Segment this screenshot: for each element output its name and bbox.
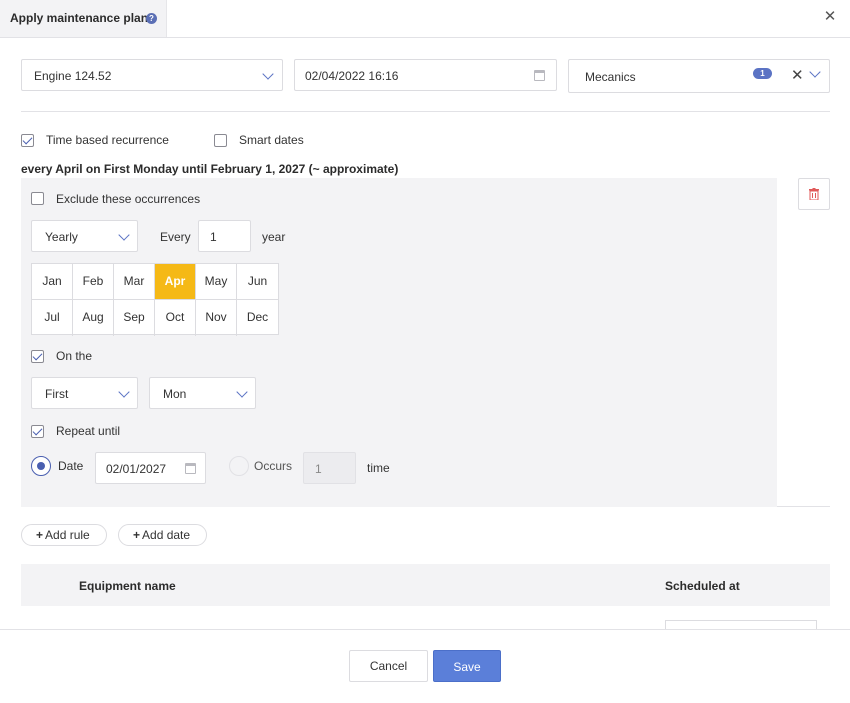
ordinal-select[interactable]: First	[31, 377, 138, 409]
add-rule-button[interactable]: + Add rule	[21, 524, 107, 546]
add-date-label: Add date	[142, 528, 191, 542]
month-mar[interactable]: Mar	[114, 264, 155, 300]
on-the-checkbox[interactable]	[31, 350, 44, 363]
column-scheduled-at: Scheduled at	[665, 579, 740, 593]
occurs-count-value: 1	[315, 462, 322, 476]
exclude-checkbox[interactable]	[31, 192, 44, 205]
month-picker: Jan Feb Mar Apr May Jun Jul Aug Sep Oct …	[31, 263, 279, 336]
equipment-select[interactable]: Engine 124.52	[21, 59, 283, 91]
team-select[interactable]: Mecanics 1 ✕	[568, 59, 830, 93]
repeat-until-label: Repeat until	[56, 424, 121, 438]
schedule-table-header: Equipment name Scheduled at	[21, 564, 830, 606]
occurs-label: Occurs	[254, 459, 293, 473]
delete-rule-button[interactable]	[798, 178, 830, 210]
time-label: time	[367, 461, 390, 475]
occurs-radio[interactable]	[229, 456, 249, 476]
footer-divider	[0, 629, 850, 630]
chevron-down-icon	[236, 386, 248, 398]
recurrence-summary: every April on First Monday until Februa…	[21, 162, 399, 176]
team-count-badge: 1	[753, 68, 772, 79]
trash-icon	[809, 188, 819, 200]
month-aug[interactable]: Aug	[73, 300, 114, 336]
clear-icon[interactable]: ✕	[791, 68, 804, 83]
section-divider	[21, 111, 830, 112]
time-based-label: Time based recurrence	[46, 133, 169, 147]
smart-dates-label: Smart dates	[239, 133, 304, 147]
help-icon[interactable]: ?	[146, 13, 157, 24]
dialog-title: Apply maintenance plan	[10, 11, 149, 25]
month-jun[interactable]: Jun	[237, 264, 278, 300]
frequency-value: Yearly	[45, 230, 78, 244]
every-label: Every	[160, 230, 191, 244]
team-value: Mecanics	[585, 70, 636, 84]
date-radio[interactable]	[31, 456, 51, 476]
scheduled-at-input[interactable]	[665, 620, 817, 629]
month-oct[interactable]: Oct	[155, 300, 196, 336]
plus-icon: +	[36, 528, 44, 542]
chevron-down-icon	[118, 229, 130, 241]
month-apr[interactable]: Apr	[155, 264, 196, 300]
weekday-value: Mon	[163, 387, 187, 401]
smart-dates-checkbox[interactable]	[214, 134, 227, 147]
chevron-down-icon	[262, 68, 274, 80]
date-label: Date	[58, 459, 84, 473]
column-equipment-name: Equipment name	[79, 579, 176, 593]
add-rule-label: Add rule	[45, 528, 90, 542]
repeat-until-checkbox[interactable]	[31, 425, 44, 438]
chevron-down-icon[interactable]	[809, 66, 821, 78]
month-may[interactable]: May	[196, 264, 237, 300]
add-date-button[interactable]: + Add date	[118, 524, 207, 546]
on-the-label: On the	[56, 349, 93, 363]
month-sep[interactable]: Sep	[114, 300, 155, 336]
unit-label: year	[262, 230, 286, 244]
month-jul[interactable]: Jul	[32, 300, 73, 336]
datetime-input[interactable]: 02/04/2022 16:16	[294, 59, 557, 91]
calendar-icon[interactable]	[534, 70, 545, 81]
header-divider	[0, 37, 850, 38]
chevron-down-icon	[118, 386, 130, 398]
close-icon[interactable]: ✕	[822, 9, 838, 25]
ordinal-value: First	[45, 387, 69, 401]
month-jan[interactable]: Jan	[32, 264, 73, 300]
equipment-value: Engine 124.52	[34, 69, 112, 83]
month-dec[interactable]: Dec	[237, 300, 278, 336]
calendar-icon[interactable]	[185, 463, 196, 474]
save-button[interactable]: Save	[433, 650, 501, 682]
cancel-button[interactable]: Cancel	[349, 650, 428, 682]
month-nov[interactable]: Nov	[196, 300, 237, 336]
until-date-input[interactable]: 02/01/2027	[95, 452, 206, 484]
interval-input[interactable]: 1	[198, 220, 251, 252]
panel-divider	[777, 506, 830, 507]
exclude-label: Exclude these occurrences	[56, 192, 201, 206]
interval-value: 1	[210, 230, 217, 244]
frequency-select[interactable]: Yearly	[31, 220, 138, 252]
until-date-value: 02/01/2027	[106, 462, 167, 476]
weekday-select[interactable]: Mon	[149, 377, 256, 409]
plus-icon: +	[133, 528, 141, 542]
month-feb[interactable]: Feb	[73, 264, 114, 300]
occurs-count-input[interactable]: 1	[303, 452, 356, 484]
datetime-value: 02/04/2022 16:16	[305, 69, 399, 83]
time-based-checkbox[interactable]	[21, 134, 34, 147]
